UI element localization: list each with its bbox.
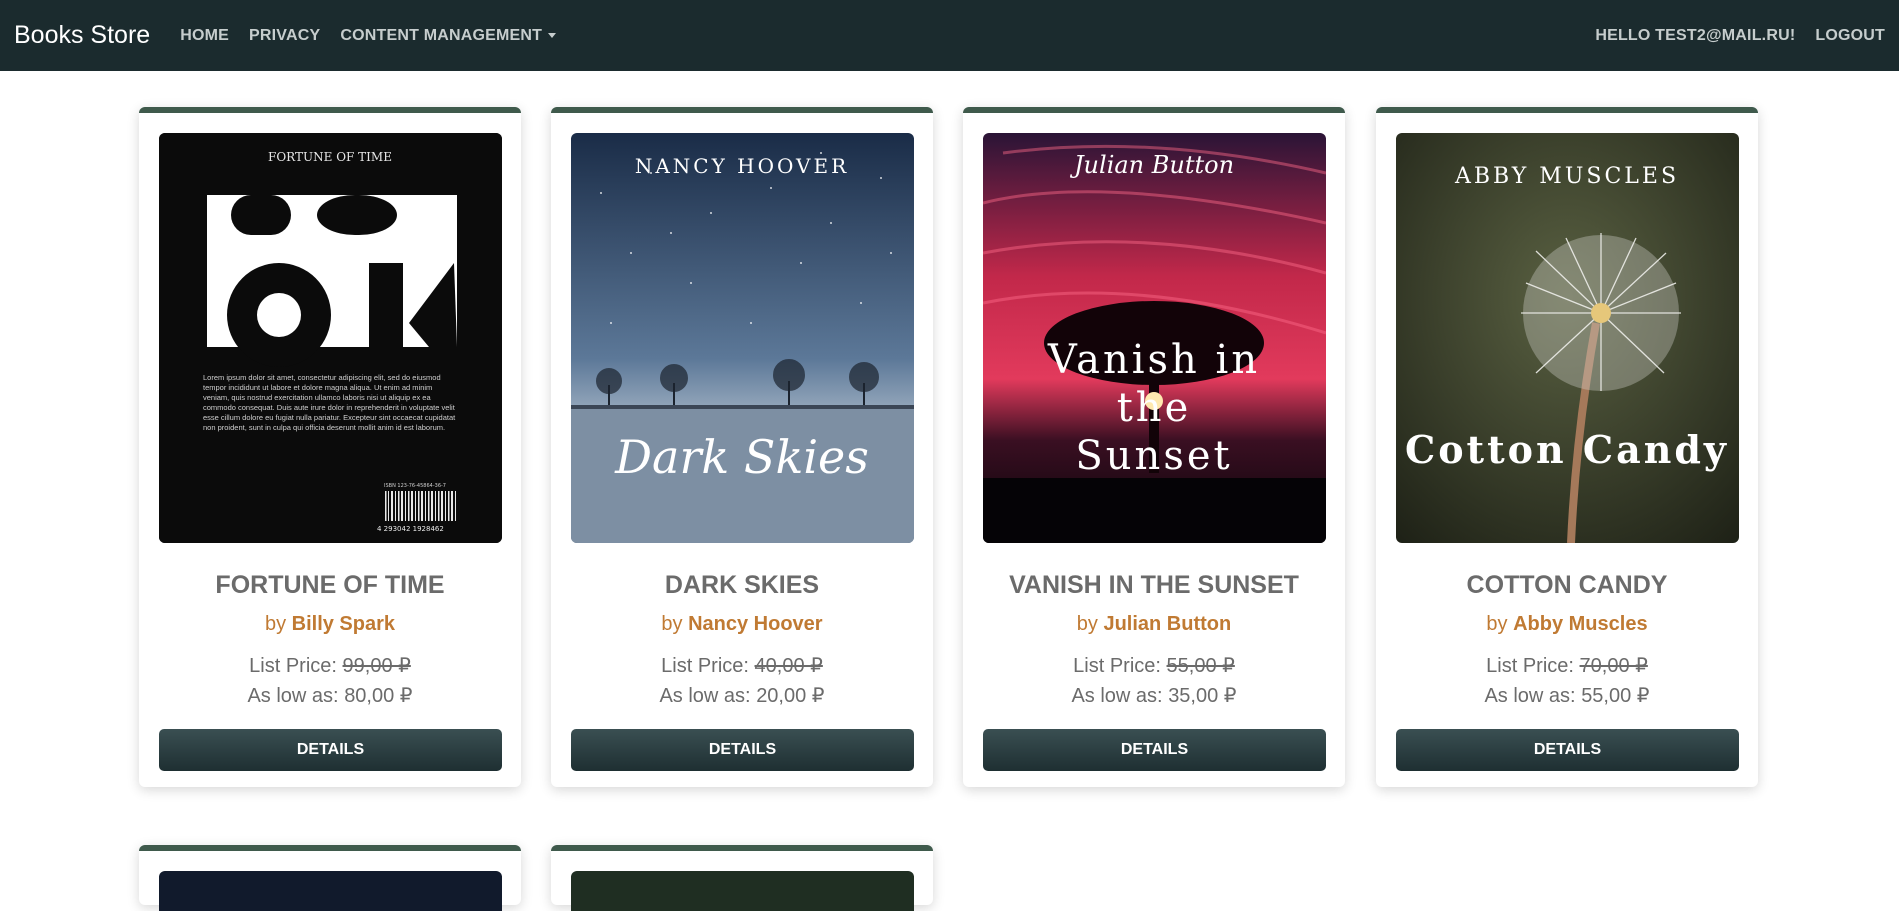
cover-main-text: Dark Skies <box>614 430 869 484</box>
cover-blurb: Lorem ipsum dolor sit amet, consectetur … <box>203 373 456 432</box>
nav-content-management-dropdown[interactable]: CONTENT MANAGEMENT <box>340 26 557 45</box>
top-navbar: Books Store HOME PRIVACY CONTENT MANAGEM… <box>0 0 1899 71</box>
book-card: NANCY HOOVER Dark Skies DARK SKIES by Na… <box>551 107 933 787</box>
book-card: Julian Button Vanish in the Sunset VANIS… <box>963 107 1345 787</box>
low-price: As low as: 80,00 ₽ <box>139 683 521 708</box>
list-price-value: 40,00 ₽ <box>754 655 823 677</box>
low-price-label: As low as: <box>659 685 751 707</box>
by-label: by <box>264 613 287 635</box>
book-card-partial <box>551 845 933 911</box>
low-price-label: As low as: <box>247 685 339 707</box>
details-button[interactable]: DETAILS <box>571 729 914 771</box>
content-management-label: CONTENT MANAGEMENT <box>340 26 543 44</box>
author-link[interactable]: Julian Button <box>1103 613 1231 635</box>
cover-main-text: Cotton Candy <box>1405 427 1729 472</box>
low-price-value: 35,00 ₽ <box>1168 685 1237 707</box>
by-label: by <box>1076 613 1098 635</box>
nav-home-link[interactable]: HOME <box>180 27 229 45</box>
list-price-label: List Price: <box>661 655 749 677</box>
list-price: List Price: 99,00 ₽ <box>139 653 521 678</box>
cover-top-text: NANCY HOOVER <box>635 154 849 178</box>
book-title: COTTON CANDY <box>1466 571 1668 599</box>
book-cover-image-partial[interactable] <box>159 871 502 911</box>
low-price: As low as: 35,00 ₽ <box>963 683 1345 708</box>
logout-link[interactable]: LOGOUT <box>1815 27 1885 45</box>
book-card: FORTUNE OF TIME Lorem ipsum dolor sit am… <box>139 107 521 787</box>
details-button[interactable]: DETAILS <box>159 729 502 771</box>
cover-top-text: Julian Button <box>1069 151 1234 179</box>
nav-user-area: HELLO TEST2@MAIL.RU! LOGOUT <box>1575 27 1885 45</box>
list-price-value: 55,00 ₽ <box>1166 655 1235 677</box>
book-title: DARK SKIES <box>664 571 820 599</box>
book-card: ABBY MUSCLES Cotton Candy COTTON CANDY b… <box>1376 107 1758 787</box>
list-price-label: List Price: <box>249 655 337 677</box>
book-byline: by Julian Button <box>963 613 1345 636</box>
cover-top-text: ABBY MUSCLES <box>1454 164 1679 189</box>
cover-isbn: ISBN 123-76-45864-36-7 <box>384 483 446 489</box>
cover-art: NANCY HOOVER Dark Skies <box>571 133 914 543</box>
book-cover-image[interactable]: Julian Button Vanish in the Sunset <box>983 133 1326 543</box>
cover-art: Julian Button Vanish in the Sunset <box>983 133 1326 543</box>
low-price-value: 80,00 ₽ <box>344 685 413 707</box>
details-button[interactable]: DETAILS <box>1396 729 1739 771</box>
cover-main-line-3: Sunset <box>1075 433 1232 479</box>
list-price-label: List Price: <box>1073 655 1161 677</box>
low-price-value: 55,00 ₽ <box>1581 685 1650 707</box>
book-byline: by Abby Muscles <box>1376 613 1758 636</box>
list-price: List Price: 55,00 ₽ <box>963 653 1345 678</box>
details-button[interactable]: DETAILS <box>983 729 1326 771</box>
low-price: As low as: 20,00 ₽ <box>551 683 933 708</box>
brand-link[interactable]: Books Store <box>14 21 150 50</box>
list-price-value: 70,00 ₽ <box>1579 655 1648 677</box>
cover-main-line-2: the <box>1117 385 1192 431</box>
book-card-partial <box>139 845 521 911</box>
book-title: FORTUNE OF TIME <box>215 571 445 599</box>
book-cover-image[interactable]: ABBY MUSCLES Cotton Candy <box>1396 133 1739 543</box>
list-price: List Price: 40,00 ₽ <box>551 653 933 678</box>
low-price-label: As low as: <box>1071 685 1163 707</box>
low-price-value: 20,00 ₽ <box>756 685 825 707</box>
book-cover-image[interactable]: NANCY HOOVER Dark Skies <box>571 133 914 543</box>
author-link[interactable]: Billy Spark <box>292 613 395 635</box>
user-greeting-link[interactable]: HELLO TEST2@MAIL.RU! <box>1595 27 1795 45</box>
book-title: VANISH IN THE SUNSET <box>1009 571 1299 599</box>
author-link[interactable]: Abby Muscles <box>1513 613 1647 635</box>
cover-main-line-1: Vanish in <box>1047 337 1260 383</box>
by-label: by <box>1486 613 1508 635</box>
book-cover-image-partial[interactable] <box>571 871 914 911</box>
low-price-label: As low as: <box>1484 685 1576 707</box>
list-price: List Price: 70,00 ₽ <box>1376 653 1758 678</box>
author-link[interactable]: Nancy Hoover <box>688 613 823 635</box>
list-price-label: List Price: <box>1486 655 1574 677</box>
book-byline: by Nancy Hoover <box>551 613 933 636</box>
list-price-value: 99,00 ₽ <box>342 655 411 677</box>
cover-barcode-number: 4 293042 1928462 <box>377 525 444 533</box>
nav-privacy-link[interactable]: PRIVACY <box>249 27 320 45</box>
by-label: by <box>661 613 683 635</box>
cover-top-text: FORTUNE OF TIME <box>268 150 392 164</box>
low-price: As low as: 55,00 ₽ <box>1376 683 1758 708</box>
caret-down-icon <box>548 32 557 38</box>
cover-art: FORTUNE OF TIME Lorem ipsum dolor sit am… <box>159 133 502 543</box>
book-cover-image[interactable]: FORTUNE OF TIME Lorem ipsum dolor sit am… <box>159 133 502 543</box>
cover-art: ABBY MUSCLES Cotton Candy <box>1396 133 1739 543</box>
book-byline: by Billy Spark <box>139 613 521 636</box>
